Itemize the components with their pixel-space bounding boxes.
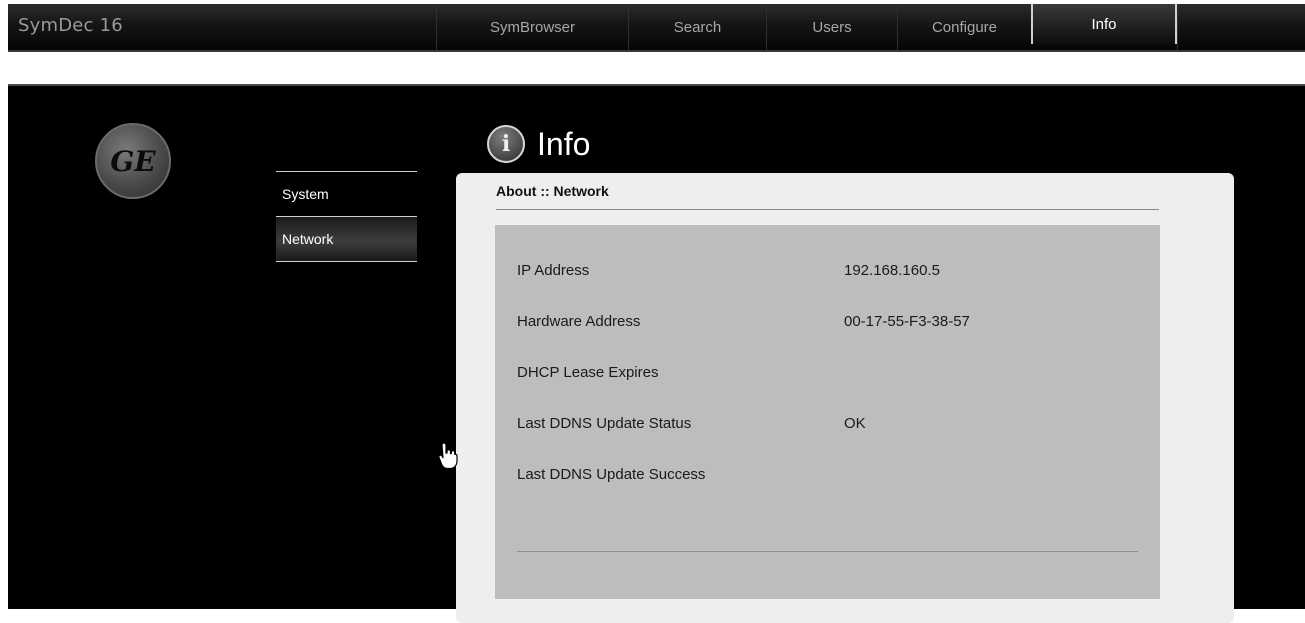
panel-header: About :: Network xyxy=(496,183,1159,210)
page-heading: i Info xyxy=(487,124,590,164)
sidebar-item-label: System xyxy=(282,186,329,202)
info-row-ip-address: IP Address 192.168.160.5 xyxy=(517,262,1137,282)
row-value: 00-17-55-F3-38-57 xyxy=(844,313,970,330)
row-value: 192.168.160.5 xyxy=(844,262,940,279)
info-row-dhcp-lease-expires: DHCP Lease Expires xyxy=(517,364,1137,384)
row-label: Hardware Address xyxy=(517,313,641,330)
main-nav: SymBrowser Search Users Configure Info xyxy=(436,4,1273,50)
row-value: OK xyxy=(844,415,866,432)
nav-tab-info[interactable]: Info xyxy=(1031,4,1177,44)
sidebar-nav: System Network xyxy=(276,171,417,262)
nav-spacer xyxy=(1177,4,1273,50)
sidebar-divider xyxy=(276,261,417,262)
sidebar-item-network[interactable]: Network xyxy=(276,216,417,261)
info-row-ddns-status: Last DDNS Update Status OK xyxy=(517,415,1137,435)
nav-tab-symbrowser[interactable]: SymBrowser xyxy=(436,4,628,50)
app-title: SymDec 16 xyxy=(18,15,123,36)
hand-cursor-icon xyxy=(438,442,458,470)
sidebar-item-system[interactable]: System xyxy=(276,171,417,216)
panel-divider xyxy=(517,551,1138,552)
row-label: DHCP Lease Expires xyxy=(517,364,659,381)
row-label: Last DDNS Update Status xyxy=(517,415,692,432)
ge-logo: GE xyxy=(95,123,171,199)
logo-text: GE xyxy=(110,144,156,178)
top-bar: SymDec 16 SymBrowser Search Users Config… xyxy=(0,0,1305,56)
page-title: Info xyxy=(537,125,591,162)
nav-tab-configure[interactable]: Configure xyxy=(897,4,1031,50)
info-row-hardware-address: Hardware Address 00-17-55-F3-38-57 xyxy=(517,313,1137,333)
info-icon: i xyxy=(487,125,525,163)
row-label: IP Address xyxy=(517,262,590,279)
info-row-ddns-success: Last DDNS Update Success xyxy=(517,466,1137,486)
nav-tab-search[interactable]: Search xyxy=(628,4,766,50)
main-content: GE System Network i Info About :: Networ… xyxy=(8,84,1305,623)
row-label: Last DDNS Update Success xyxy=(517,466,706,483)
nav-tab-users[interactable]: Users xyxy=(766,4,897,50)
network-info-table: IP Address 192.168.160.5 Hardware Addres… xyxy=(495,225,1160,599)
top-bar-inner: SymDec 16 SymBrowser Search Users Config… xyxy=(8,4,1305,52)
sidebar-item-label: Network xyxy=(282,231,334,247)
about-panel: About :: Network IP Address 192.168.160.… xyxy=(456,173,1234,623)
